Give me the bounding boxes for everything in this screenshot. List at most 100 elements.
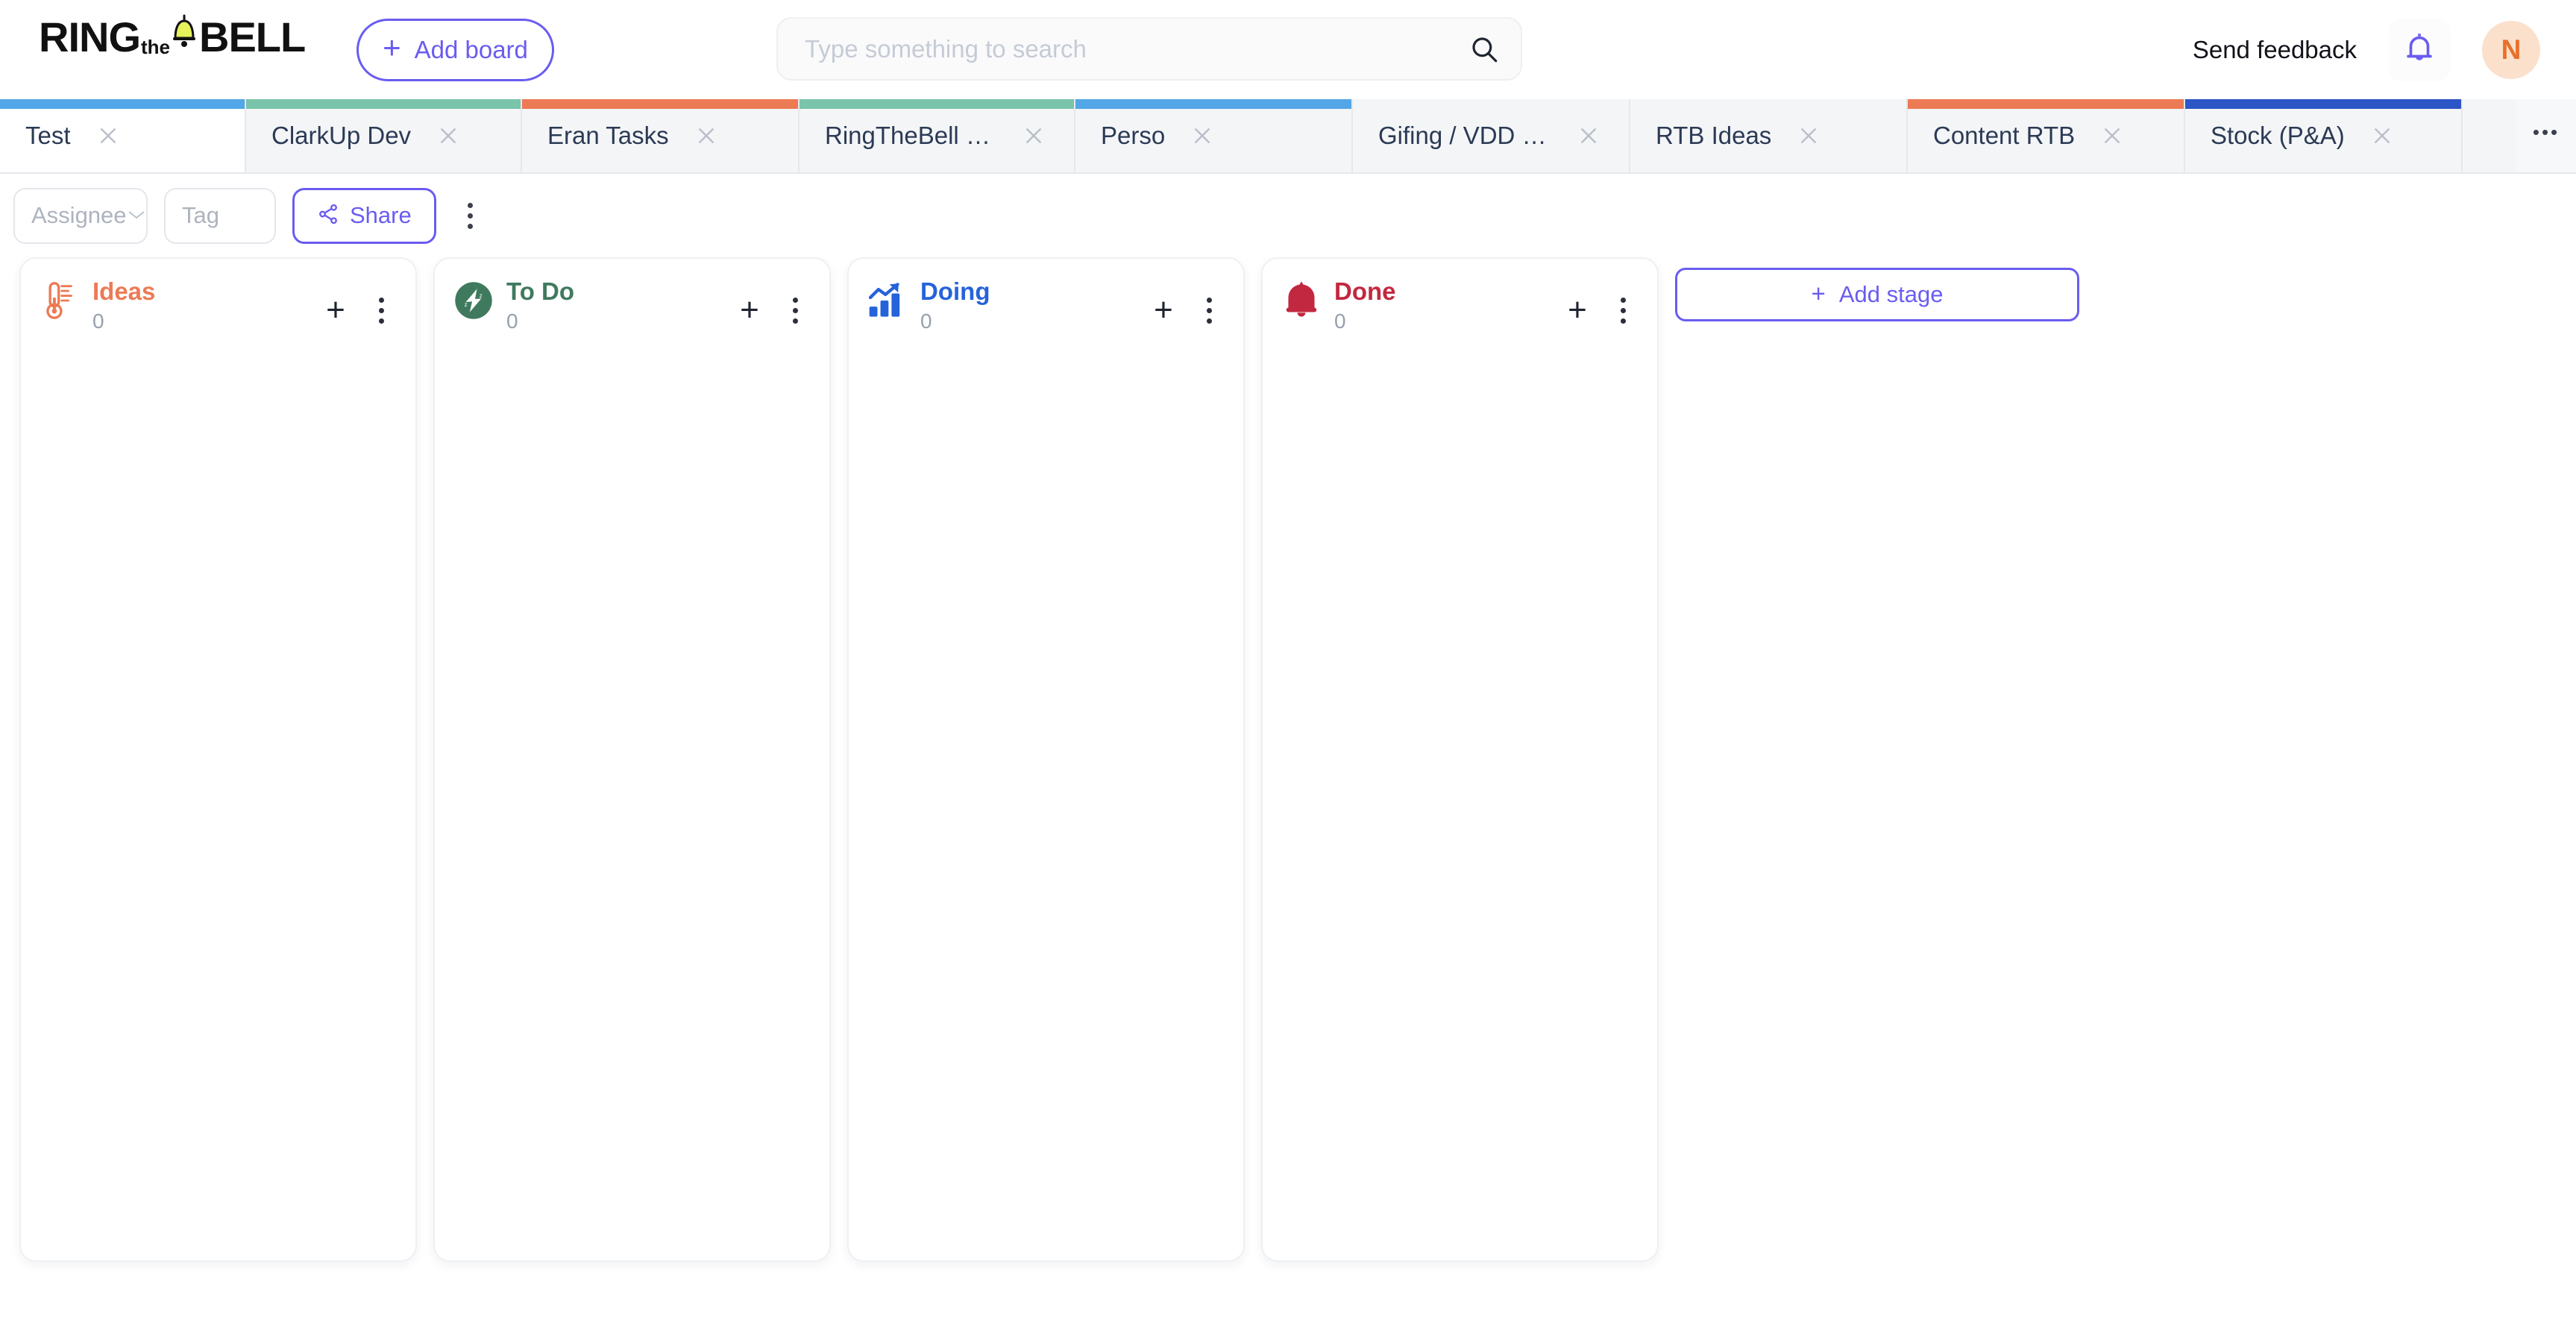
stage-actions: + — [312, 287, 399, 333]
tab-label: Content RTB — [1933, 122, 2076, 149]
close-icon[interactable] — [2367, 121, 2397, 151]
board-tabs: Test ClarkUp Dev Eran Tasks RingTheBell Dev… — [0, 99, 2576, 174]
add-card-button[interactable]: + — [726, 287, 773, 333]
close-icon[interactable] — [2097, 121, 2127, 151]
ellipsis-horizontal-icon[interactable]: ••• — [2516, 99, 2576, 172]
add-card-button[interactable]: + — [312, 287, 359, 333]
stage-header: Done 0 + — [1263, 259, 1657, 341]
tab-label: RingTheBell Dev — [825, 122, 996, 149]
notifications-button[interactable] — [2388, 18, 2451, 81]
add-stage-label: Add stage — [1838, 281, 1944, 307]
stage-card-list[interactable] — [1263, 341, 1657, 1260]
plus-icon: + — [1811, 279, 1826, 307]
close-icon[interactable] — [691, 121, 721, 151]
tab-accent-bar — [522, 99, 798, 109]
avatar-initial: N — [2501, 34, 2522, 65]
kebab-dot — [1620, 297, 1626, 303]
close-icon[interactable] — [1794, 121, 1823, 151]
stage-title-group: Ideas 0 — [92, 277, 312, 333]
stage-header: z z To Do 0 + — [435, 259, 829, 341]
tag-filter[interactable] — [164, 187, 276, 244]
close-icon[interactable] — [93, 121, 123, 151]
kebab-dot — [792, 318, 798, 324]
board-tab-gifing-vdd[interactable]: Gifing / VDD / ... — [1353, 99, 1630, 172]
header-actions: Send feedback N — [2193, 0, 2540, 99]
board-tab-ringthebell-dev[interactable]: RingTheBell Dev — [799, 99, 1075, 172]
app-logo: RING the BELL — [39, 13, 306, 60]
stage-title-group: Done 0 — [1334, 277, 1554, 333]
tab-accent-bar — [1908, 99, 2184, 109]
svg-text:z: z — [480, 292, 483, 299]
filter-more-menu[interactable] — [453, 188, 489, 244]
tab-label: Stock (P&A) — [2211, 122, 2345, 149]
kebab-dot — [1206, 307, 1212, 313]
kebab-dot — [378, 318, 384, 324]
close-icon[interactable] — [1574, 121, 1603, 151]
kebab-dot — [378, 297, 384, 303]
add-board-label: Add board — [414, 36, 528, 63]
assignee-filter[interactable]: Assignee — [13, 187, 148, 244]
close-icon[interactable] — [1019, 121, 1049, 151]
stage-menu-button[interactable] — [363, 287, 399, 333]
search-input[interactable] — [778, 34, 1458, 63]
kanban-board: Ideas 0 + z z To Do 0 + Doing 0 + Done 0 + + Add stage — [0, 257, 2576, 1320]
logo-text-bell: BELL — [199, 13, 306, 60]
tab-accent-bar — [799, 99, 1074, 109]
assignee-placeholder: Assignee — [31, 202, 127, 228]
share-button[interactable]: Share — [292, 187, 436, 244]
stage-header: Doing 0 + — [849, 259, 1243, 341]
search-bar[interactable] — [776, 17, 1522, 81]
stage-menu-button[interactable] — [1605, 287, 1641, 333]
kebab-dot — [792, 297, 798, 303]
kebab-dot — [468, 213, 474, 219]
logo-text-ring: RING — [39, 13, 141, 60]
user-avatar[interactable]: N — [2482, 20, 2540, 79]
stage-column-done: Done 0 + — [1261, 257, 1659, 1262]
kebab-dot — [1620, 307, 1626, 313]
filter-toolbar: Assignee Share — [0, 174, 2576, 257]
stage-card-list[interactable] — [435, 341, 829, 1260]
tab-label: ClarkUp Dev — [271, 122, 412, 149]
board-tab-perso[interactable]: Perso — [1075, 99, 1353, 172]
stage-title: To Do — [506, 277, 575, 305]
stage-card-list[interactable] — [849, 341, 1243, 1260]
svg-text:z: z — [465, 301, 468, 308]
stage-actions: + — [726, 287, 813, 333]
share-icon — [317, 203, 339, 229]
send-feedback-link[interactable]: Send feedback — [2193, 36, 2357, 64]
search-icon[interactable] — [1458, 34, 1510, 65]
stage-menu-button[interactable] — [1191, 287, 1227, 333]
tab-label: Test — [25, 122, 71, 149]
kebab-dot — [1620, 318, 1626, 324]
bell-icon — [1281, 280, 1322, 321]
stage-column-to-do: z z To Do 0 + — [433, 257, 831, 1262]
board-tab-eran-tasks[interactable]: Eran Tasks — [522, 99, 799, 172]
share-label: Share — [350, 202, 412, 228]
stage-menu-button[interactable] — [777, 287, 813, 333]
bell-icon — [2402, 31, 2437, 69]
tag-input[interactable] — [182, 202, 258, 229]
add-card-button[interactable]: + — [1554, 287, 1600, 333]
stage-actions: + — [1140, 287, 1227, 333]
add-board-button[interactable]: + Add board — [356, 19, 554, 81]
add-card-button[interactable]: + — [1140, 287, 1187, 333]
kebab-dot — [378, 307, 384, 313]
kebab-dot — [468, 202, 474, 208]
stage-card-list[interactable] — [21, 341, 415, 1260]
stage-card-count: 0 — [1334, 309, 1346, 333]
board-tab-test[interactable]: Test — [0, 99, 246, 172]
app-header: RING the BELL + Add board Send feedback — [0, 0, 2576, 99]
board-tab-rtb-ideas[interactable]: RTB Ideas — [1630, 99, 1908, 172]
stage-card-count: 0 — [92, 309, 104, 333]
board-tab-stock-p-a[interactable]: Stock (P&A) — [2185, 99, 2463, 172]
chevron-down-icon — [127, 207, 146, 224]
board-tab-content-rtb[interactable]: Content RTB — [1908, 99, 2185, 172]
board-tab-clarkup-dev[interactable]: ClarkUp Dev — [246, 99, 522, 172]
add-stage-button[interactable]: + Add stage — [1675, 268, 2079, 321]
tab-label: Eran Tasks — [547, 122, 669, 149]
tab-accent-bar — [0, 99, 245, 109]
close-icon[interactable] — [1187, 121, 1217, 151]
thermometer-icon — [39, 280, 81, 321]
close-icon[interactable] — [433, 121, 463, 151]
stage-header: Ideas 0 + — [21, 259, 415, 341]
